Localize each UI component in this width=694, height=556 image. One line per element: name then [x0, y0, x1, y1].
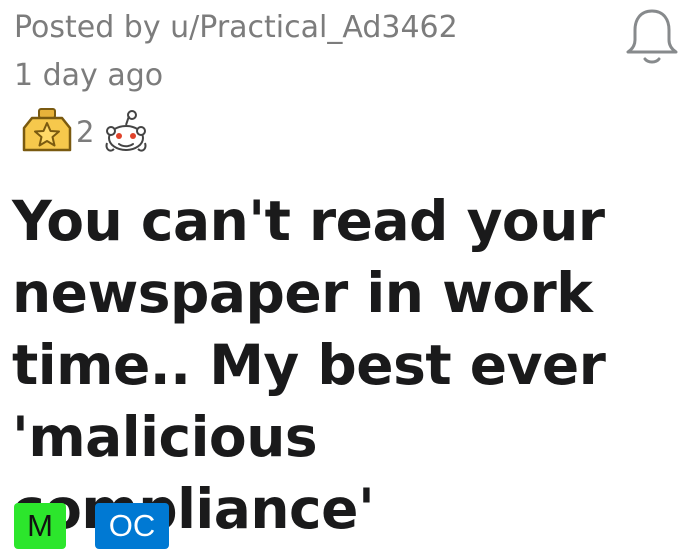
flair-m-badge[interactable]: M — [14, 503, 66, 549]
award-count: 2 — [76, 115, 95, 149]
flair-oc-badge[interactable]: OC — [95, 503, 169, 549]
post-timestamp: 1 day ago — [14, 58, 164, 93]
post-author[interactable]: Posted by u/Practical_Ad3462 — [14, 10, 458, 46]
snoo-award-icon[interactable] — [102, 107, 150, 157]
post-title[interactable]: You can't read your newspaper in work ti… — [12, 185, 682, 545]
bell-icon[interactable] — [624, 6, 680, 66]
gold-star-award-icon[interactable] — [20, 106, 74, 158]
awards-row[interactable]: 2 — [20, 104, 150, 160]
flair-row: M OC — [14, 503, 169, 549]
post: Posted by u/Practical_Ad3462 1 day ago 2 — [0, 0, 694, 556]
